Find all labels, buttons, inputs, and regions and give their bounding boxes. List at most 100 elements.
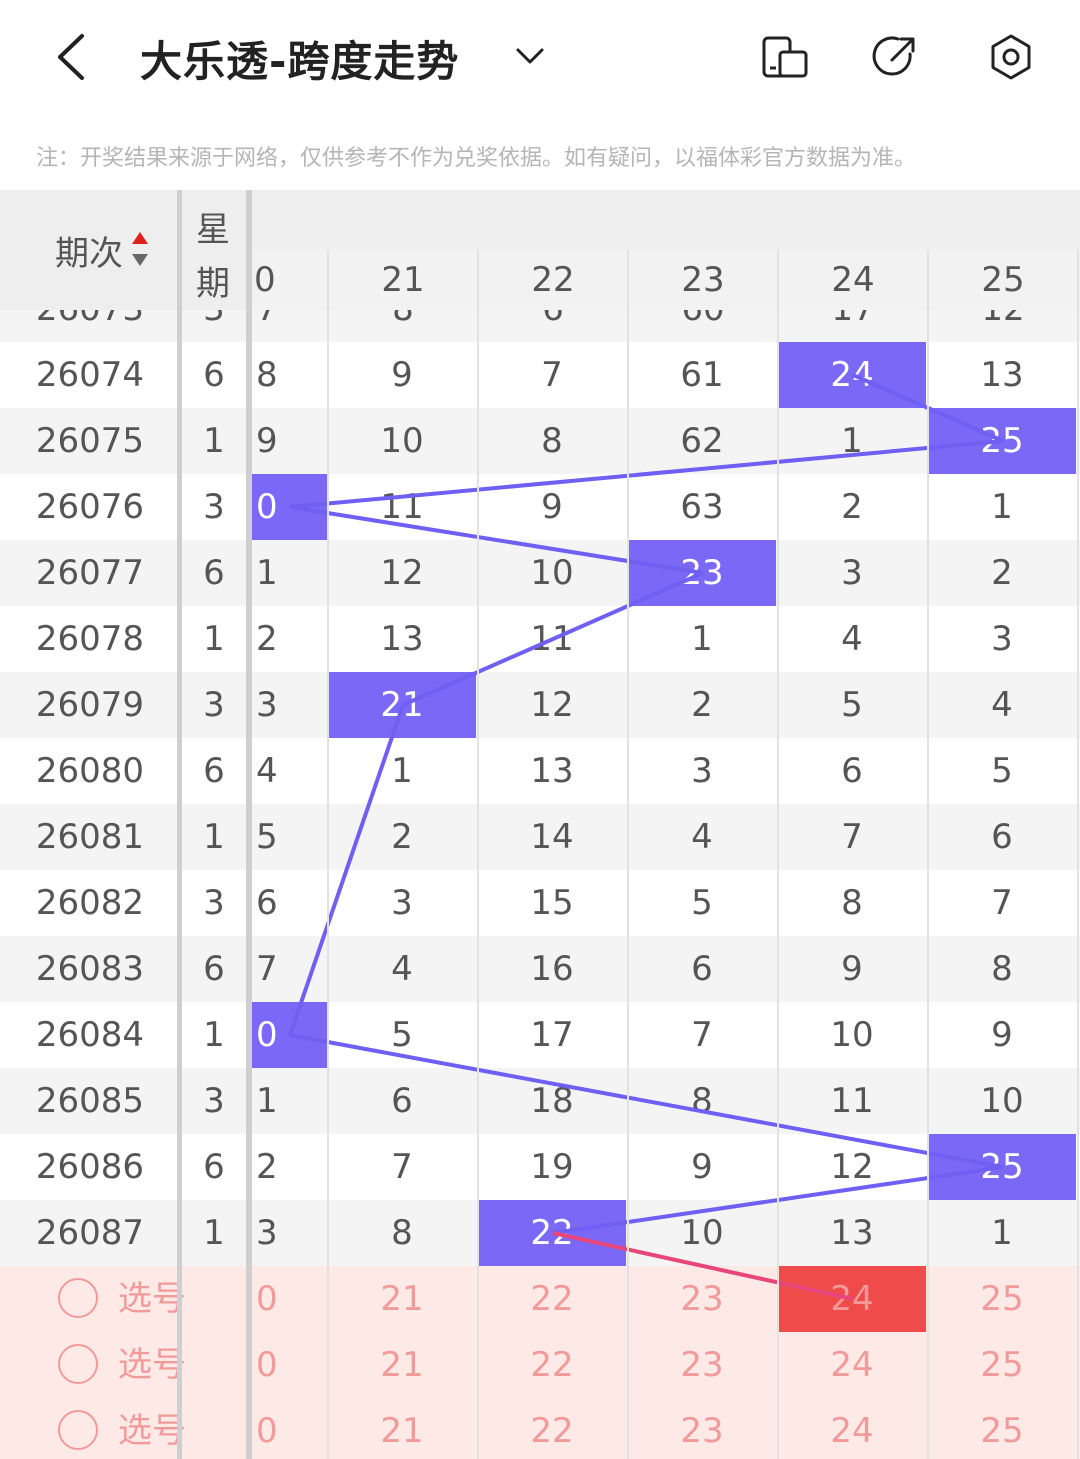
select-number-cell[interactable]: 0 (252, 1266, 328, 1332)
span-cell: 1 (991, 487, 1013, 527)
select-label[interactable]: 选号 (118, 1332, 186, 1398)
span-cell: 9 (841, 949, 863, 989)
span-cell: 19 (530, 1147, 574, 1187)
span-cell: 4 (991, 685, 1013, 725)
span-cell: 4 (841, 619, 863, 659)
period-header[interactable]: 期次 (0, 190, 180, 310)
span-cell: 13 (830, 1213, 874, 1253)
select-number-cell[interactable]: 23 (628, 1398, 776, 1459)
week-header: 星 期 (182, 190, 248, 310)
select-radio[interactable] (58, 1278, 98, 1318)
select-row[interactable]: 选号 0 21 22 23 24 25 (0, 1266, 1080, 1332)
share-icon[interactable] (870, 32, 920, 82)
span-cell: 14 (530, 817, 574, 857)
select-number-cell[interactable]: 0 (252, 1332, 328, 1398)
picked-number-cell[interactable]: 24 (778, 1266, 926, 1332)
page-title[interactable]: 大乐透-跨度走势 (140, 28, 459, 89)
span-cell: 3 (391, 883, 413, 923)
table-row[interactable]: 26081 1 5 2 14 4 7 6 (0, 804, 1080, 870)
span-cell: 1 (691, 619, 713, 659)
span-cell: 2 (391, 817, 413, 857)
span-cell: 8 (391, 1213, 413, 1253)
span-cell: 10 (680, 1213, 724, 1253)
span-cell: 7 (841, 817, 863, 857)
span-cell: 12 (530, 685, 574, 725)
table-row[interactable]: 26082 3 6 3 15 5 8 7 (0, 870, 1080, 936)
week-cell: 1 (203, 421, 225, 461)
period-cell: 26082 (35, 883, 145, 923)
table-row[interactable]: 26086 6 2 7 19 9 12 25 (0, 1134, 1080, 1200)
table-row[interactable]: 26075 1 9 10 8 62 1 25 (0, 408, 1080, 474)
span-cell: 8 (328, 310, 478, 342)
span-column-header: 22 (531, 260, 575, 300)
span-cell: 6 (841, 751, 863, 791)
table-row[interactable]: 26083 6 7 4 16 6 9 8 (0, 936, 1080, 1002)
select-number-cell[interactable]: 25 (928, 1266, 1076, 1332)
select-label[interactable]: 选号 (118, 1266, 186, 1332)
column-divider (1077, 250, 1079, 1459)
week-cell: 1 (203, 619, 225, 659)
table-row[interactable]: 26084 1 0 5 17 7 10 9 (0, 1002, 1080, 1068)
span-cell: 3 (991, 619, 1013, 659)
select-row[interactable]: 选号 0 21 22 23 24 25 (0, 1398, 1080, 1459)
week-cell: 1 (203, 817, 225, 857)
chevron-down-icon[interactable] (512, 40, 548, 72)
period-divider (177, 190, 182, 1459)
switch-view-icon[interactable] (760, 32, 810, 82)
table-row[interactable]: 260733786601712 (0, 310, 1080, 342)
select-number-cell[interactable]: 23 (628, 1332, 776, 1398)
select-number-cell[interactable]: 0 (252, 1398, 328, 1459)
select-number-cell[interactable]: 23 (628, 1266, 776, 1332)
select-number-cell[interactable]: 21 (328, 1266, 476, 1332)
span-cell: 7 (391, 1147, 413, 1187)
header-band (252, 190, 1080, 250)
span-column-header: 23 (681, 260, 725, 300)
trend-rows[interactable]: 2607337866017122607468976124132607519108… (0, 310, 1080, 1459)
select-number-cell[interactable]: 24 (778, 1332, 926, 1398)
span-hit-cell: 21 (328, 672, 476, 738)
table-row[interactable]: 26079 3 3 21 12 2 5 4 (0, 672, 1080, 738)
period-cell: 26085 (35, 1081, 145, 1121)
select-label[interactable]: 选号 (118, 1398, 186, 1459)
span-cell: 18 (530, 1081, 574, 1121)
period-cell: 26076 (35, 487, 145, 527)
week-divider (246, 190, 252, 1459)
select-number-cell[interactable]: 21 (328, 1332, 476, 1398)
span-hit-cell: 25 (928, 408, 1076, 474)
period-cell: 26084 (35, 1015, 145, 1055)
period-cell: 26083 (35, 949, 145, 989)
week-header-line2: 期 (196, 264, 230, 304)
span-cell: 6 (991, 817, 1013, 857)
week-cell: 3 (203, 1081, 225, 1121)
select-radio[interactable] (58, 1344, 98, 1384)
select-row[interactable]: 选号 0 21 22 23 24 25 (0, 1332, 1080, 1398)
table-row[interactable]: 26077 6 1 12 10 23 3 2 (0, 540, 1080, 606)
table-row[interactable]: 26085 3 1 6 18 8 11 10 (0, 1068, 1080, 1134)
period-cell: 26080 (35, 751, 145, 791)
sort-arrows-icon[interactable] (130, 230, 150, 270)
select-radio[interactable] (58, 1410, 98, 1450)
span-cell: 8 (256, 355, 278, 395)
select-number-cell[interactable]: 24 (778, 1398, 926, 1459)
span-cell: 6 (691, 949, 713, 989)
back-arrow-icon[interactable] (52, 30, 102, 84)
span-hit-cell: 23 (628, 540, 776, 606)
table-row[interactable]: 26074 6 8 9 7 61 24 13 (0, 342, 1080, 408)
table-row[interactable]: 26080 6 4 1 13 3 6 5 (0, 738, 1080, 804)
select-number-cell[interactable]: 22 (478, 1398, 626, 1459)
select-number-cell[interactable]: 25 (928, 1398, 1076, 1459)
trend-table: 期次 星 期 02122232425 260733786601712260746… (0, 190, 1080, 1459)
select-number-cell[interactable]: 21 (328, 1398, 476, 1459)
select-number-cell[interactable]: 22 (478, 1332, 626, 1398)
settings-icon[interactable] (986, 32, 1036, 82)
week-cell: 1 (203, 1015, 225, 1055)
select-number-cell[interactable]: 25 (928, 1332, 1076, 1398)
span-cell: 61 (680, 355, 724, 395)
span-number-header: 0 21 22 23 24 25 (252, 250, 1080, 310)
table-row[interactable]: 26076 3 0 11 9 63 2 1 (0, 474, 1080, 540)
select-number-cell[interactable]: 22 (478, 1266, 626, 1332)
table-row[interactable]: 26078 1 2 13 11 1 4 3 (0, 606, 1080, 672)
period-cell: 26074 (35, 355, 145, 395)
span-cell: 7 (541, 355, 563, 395)
table-row[interactable]: 26087 1 3 8 22 10 13 1 (0, 1200, 1080, 1266)
